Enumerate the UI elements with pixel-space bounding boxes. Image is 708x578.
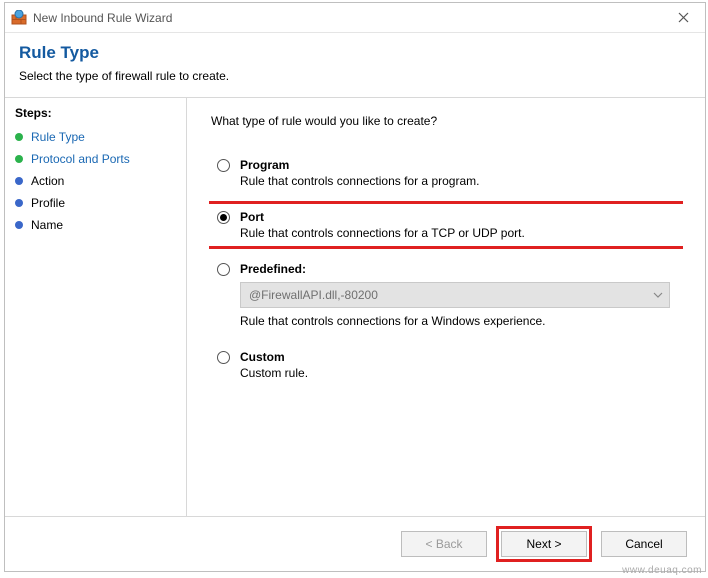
step-rule-type[interactable]: Rule Type bbox=[15, 126, 176, 148]
option-predefined[interactable]: Predefined: @FirewallAPI.dll,-80200 Rule… bbox=[209, 256, 683, 334]
step-protocol-and-ports[interactable]: Protocol and Ports bbox=[15, 148, 176, 170]
step-name[interactable]: Name bbox=[15, 214, 176, 236]
close-button[interactable] bbox=[661, 4, 705, 32]
main-panel: What type of rule would you like to crea… bbox=[187, 98, 705, 516]
rule-type-options: Program Rule that controls connections f… bbox=[209, 152, 683, 506]
radio-icon[interactable] bbox=[217, 351, 230, 364]
option-label: Program bbox=[240, 158, 675, 172]
titlebar: New Inbound Rule Wizard bbox=[5, 3, 705, 33]
step-bullet-icon bbox=[15, 155, 23, 163]
step-label: Name bbox=[31, 218, 63, 232]
wizard-window: New Inbound Rule Wizard Rule Type Select… bbox=[4, 2, 706, 572]
step-label: Rule Type bbox=[31, 130, 85, 144]
option-label: Port bbox=[240, 210, 675, 224]
back-button[interactable]: < Back bbox=[401, 531, 487, 557]
page-title: Rule Type bbox=[19, 43, 691, 63]
window-title: New Inbound Rule Wizard bbox=[33, 11, 661, 25]
option-desc: Rule that controls connections for a pro… bbox=[240, 174, 675, 188]
predefined-select-value: @FirewallAPI.dll,-80200 bbox=[249, 288, 378, 302]
wizard-body: Steps: Rule Type Protocol and Ports Acti… bbox=[5, 98, 705, 516]
step-profile[interactable]: Profile bbox=[15, 192, 176, 214]
watermark: www.deuaq.com bbox=[622, 565, 702, 576]
wizard-header: Rule Type Select the type of firewall ru… bbox=[5, 33, 705, 98]
radio-icon[interactable] bbox=[217, 211, 230, 224]
step-label: Protocol and Ports bbox=[31, 152, 130, 166]
option-label: Predefined: bbox=[240, 262, 675, 276]
option-desc: Rule that controls connections for a Win… bbox=[240, 314, 675, 328]
step-label: Action bbox=[31, 174, 64, 188]
rule-type-question: What type of rule would you like to crea… bbox=[211, 114, 683, 128]
page-subtitle: Select the type of firewall rule to crea… bbox=[19, 69, 691, 83]
radio-icon[interactable] bbox=[217, 159, 230, 172]
step-bullet-icon bbox=[15, 221, 23, 229]
cancel-button[interactable]: Cancel bbox=[601, 531, 687, 557]
option-port[interactable]: Port Rule that controls connections for … bbox=[209, 204, 683, 246]
step-bullet-icon bbox=[15, 199, 23, 207]
predefined-select[interactable]: @FirewallAPI.dll,-80200 bbox=[240, 282, 670, 308]
wizard-footer: < Back Next > Cancel bbox=[5, 516, 705, 571]
step-bullet-icon bbox=[15, 133, 23, 141]
option-desc: Custom rule. bbox=[240, 366, 675, 380]
next-button[interactable]: Next > bbox=[501, 531, 587, 557]
step-bullet-icon bbox=[15, 177, 23, 185]
step-label: Profile bbox=[31, 196, 65, 210]
option-desc: Rule that controls connections for a TCP… bbox=[240, 226, 675, 240]
option-program[interactable]: Program Rule that controls connections f… bbox=[209, 152, 683, 194]
radio-icon[interactable] bbox=[217, 263, 230, 276]
chevron-down-icon bbox=[653, 289, 663, 303]
firewall-app-icon bbox=[11, 10, 27, 26]
option-custom[interactable]: Custom Custom rule. bbox=[209, 344, 683, 386]
steps-label: Steps: bbox=[15, 106, 176, 120]
steps-sidebar: Steps: Rule Type Protocol and Ports Acti… bbox=[5, 98, 187, 516]
option-label: Custom bbox=[240, 350, 675, 364]
step-action[interactable]: Action bbox=[15, 170, 176, 192]
